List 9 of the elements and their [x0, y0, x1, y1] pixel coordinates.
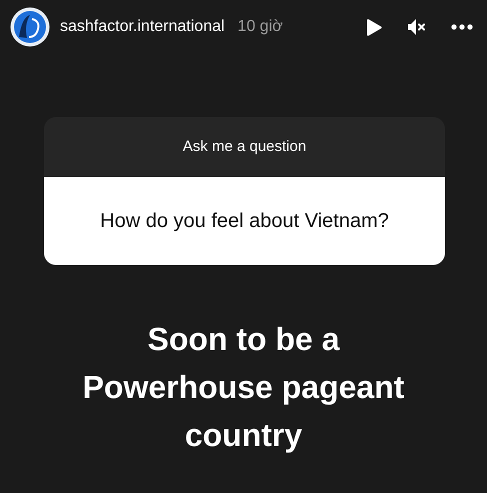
question-text: How do you feel about Vietnam? [100, 209, 389, 234]
mute-icon[interactable] [407, 18, 427, 36]
avatar-logo-icon[interactable] [10, 7, 50, 47]
post-time: 10 giờ [238, 17, 283, 37]
sticker-title: Ask me a question [182, 136, 306, 157]
play-icon[interactable] [366, 18, 383, 36]
more-options-icon[interactable] [451, 24, 473, 30]
username[interactable]: sashfactor.international [60, 15, 225, 39]
answer-text: Soon to be a Powerhouse pageant country [82, 320, 404, 455]
